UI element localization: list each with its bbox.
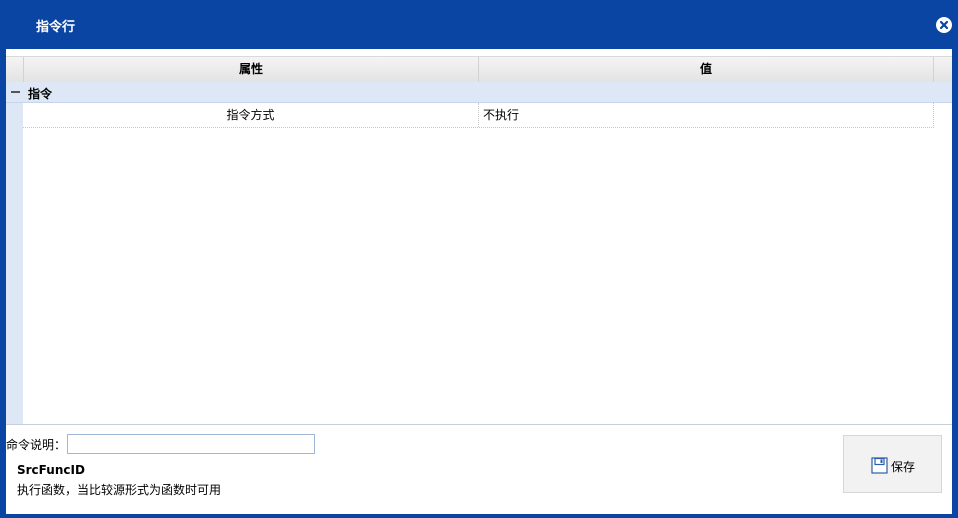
title-bar: 指令行 bbox=[0, 0, 958, 48]
property-name: 指令方式 bbox=[23, 103, 479, 127]
window-title: 指令行 bbox=[36, 20, 76, 35]
save-label: 保存 bbox=[891, 460, 916, 474]
grid-header: 属性 值 bbox=[6, 56, 952, 83]
footer-area: 命令说明： SrcFuncID 执行函数，当比较源形式为函数时可用 保存 bbox=[6, 425, 952, 514]
property-grid: 属性 值 指令 指令方式 不执行 bbox=[6, 49, 952, 425]
table-row[interactable]: 指令方式 不执行 bbox=[23, 103, 934, 128]
header-property[interactable]: 属性 bbox=[24, 57, 479, 82]
desc-label: 命令说明： bbox=[6, 438, 67, 452]
row-gutter bbox=[6, 82, 23, 424]
group-label: 指令 bbox=[28, 87, 53, 101]
command-desc-input[interactable] bbox=[67, 434, 315, 454]
save-icon bbox=[871, 457, 888, 477]
property-value[interactable]: 不执行 bbox=[483, 103, 923, 127]
close-icon[interactable] bbox=[936, 17, 952, 33]
dialog-body: 属性 值 指令 指令方式 不执行 命令说明： SrcFuncID 执行函数，当比… bbox=[6, 49, 952, 514]
save-button[interactable]: 保存 bbox=[843, 435, 942, 493]
function-name: SrcFuncID bbox=[17, 463, 85, 477]
dialog-window: 指令行 属性 值 指令 指令方式 不执行 命令说明： SrcFuncID 执行函… bbox=[0, 0, 958, 518]
function-description: 执行函数，当比较源形式为函数时可用 bbox=[17, 483, 222, 497]
collapse-icon[interactable] bbox=[11, 91, 20, 93]
header-corner bbox=[6, 57, 24, 82]
group-row[interactable]: 指令 bbox=[6, 82, 952, 103]
header-value[interactable]: 值 bbox=[479, 57, 934, 82]
